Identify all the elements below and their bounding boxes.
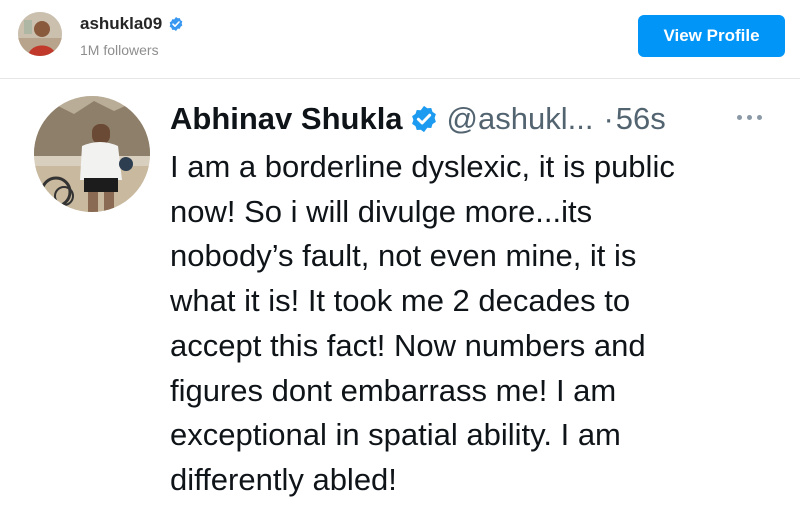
tweet-author-name[interactable]: Abhinav Shukla <box>170 101 403 137</box>
tweet-text-line: accept this fact! Now numbers and <box>170 327 646 363</box>
tweet-header: Abhinav Shukla @ashukl... · 56s <box>170 99 666 139</box>
embed-header: ashukla09 1M followers View Profile <box>0 0 800 78</box>
embed-followers-count: 1M followers <box>80 42 159 58</box>
tweet-author-avatar[interactable] <box>34 96 150 212</box>
tweet-text-line: now! So i will divulge more...its <box>170 193 593 229</box>
more-options-icon[interactable] <box>737 115 762 120</box>
tweet-author-handle[interactable]: @ashukl... <box>447 101 594 137</box>
tweet-timestamp[interactable]: 56s <box>616 101 666 137</box>
tweet-card: Abhinav Shukla @ashukl... · 56s I am a b… <box>0 79 800 529</box>
tweet-separator: · <box>603 101 614 136</box>
embed-profile-avatar[interactable] <box>18 12 62 56</box>
tweet-text-line: I am a borderline dyslexic, it is public <box>170 149 675 184</box>
tweet-text-line: figures dont embarrass me! I am <box>170 372 617 408</box>
verified-badge-icon <box>409 104 439 134</box>
embed-username[interactable]: ashukla09 <box>80 14 162 34</box>
tweet-text: I am a borderline dyslexic, it is public… <box>170 145 760 503</box>
embed-username-row: ashukla09 <box>80 14 184 34</box>
tweet-text-line: nobody’s fault, not even mine, it is <box>170 238 637 274</box>
tweet-text-line: what it is! It took me 2 decades to <box>170 283 631 319</box>
tweet-text-line: exceptional in spatial ability. I am <box>170 417 621 453</box>
tweet-text-line: differently abled! <box>170 461 397 497</box>
verified-badge-icon <box>168 16 184 32</box>
view-profile-button[interactable]: View Profile <box>638 15 785 57</box>
